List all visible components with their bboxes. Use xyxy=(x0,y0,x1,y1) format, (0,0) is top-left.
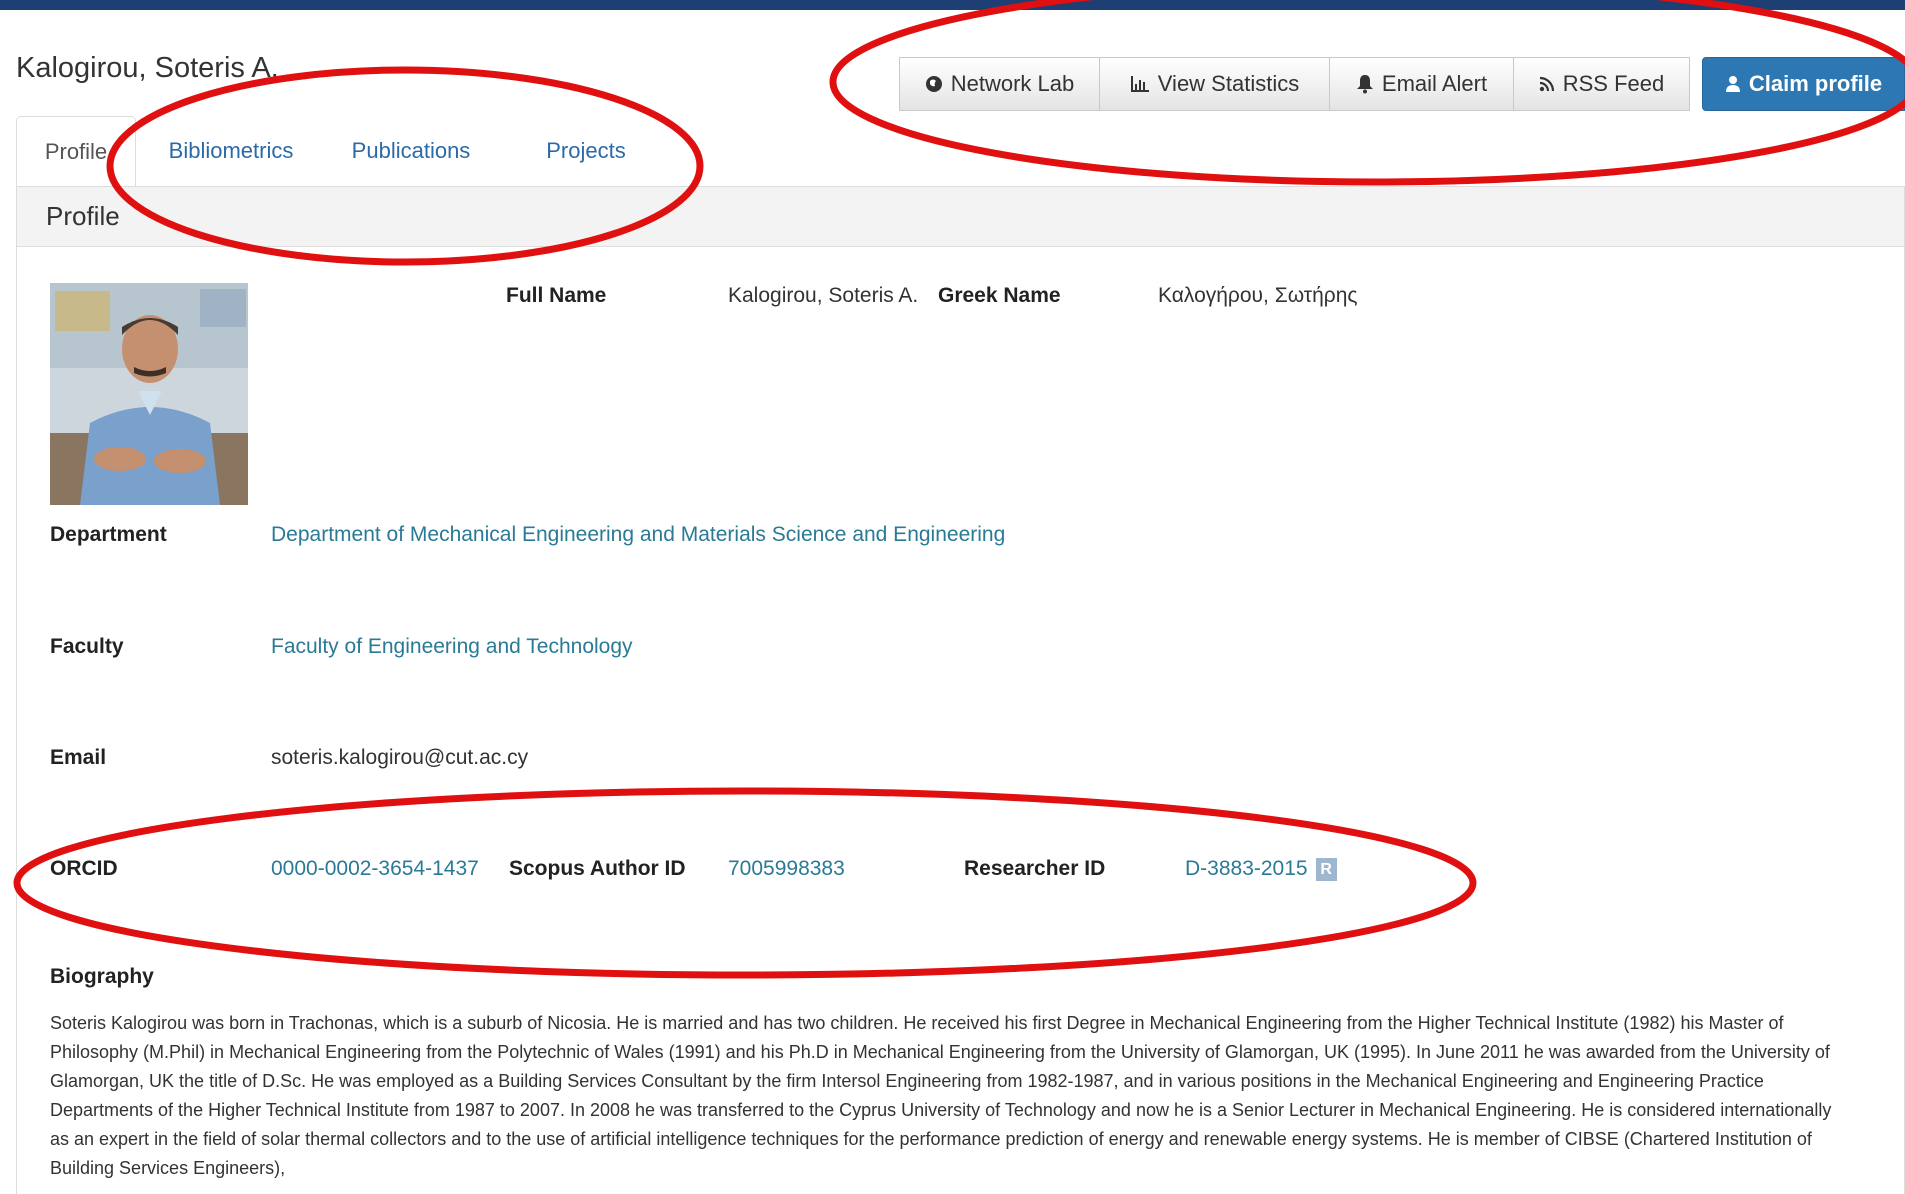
claim-profile-label: Claim profile xyxy=(1748,71,1883,96)
department-link[interactable]: Department of Mechanical Engineering and… xyxy=(271,523,1005,547)
bar-chart-icon xyxy=(1130,75,1150,93)
scopus-author-id-link[interactable]: 7005998383 xyxy=(728,857,845,881)
rss-feed-button[interactable]: RSS Feed xyxy=(1513,57,1690,111)
researcher-id-link[interactable]: D-3883-2015 R xyxy=(1185,857,1337,881)
email-label: Email xyxy=(50,746,107,769)
full-name-label: Full Name xyxy=(506,284,607,307)
faculty-label: Faculty xyxy=(50,635,124,658)
panel-heading: Profile xyxy=(17,187,1904,247)
profile-actions-toolbar: Network Lab View Statistics Email Alert … xyxy=(899,57,1690,111)
researcher-id-value: D-3883-2015 xyxy=(1185,857,1308,880)
tab-publications-label: Publications xyxy=(351,138,471,163)
tab-projects-label: Projects xyxy=(546,138,626,163)
email-value: soteris.kalogirou@cut.ac.cy xyxy=(271,746,529,769)
scopus-author-id-label: Scopus Author ID xyxy=(509,857,686,880)
department-label: Department xyxy=(50,523,167,546)
full-name-value: Kalogirou, Soteris A. xyxy=(728,284,919,307)
faculty-link[interactable]: Faculty of Engineering and Technology xyxy=(271,635,633,659)
biography-heading: Biography xyxy=(50,965,154,988)
email-alert-label: Email Alert xyxy=(1381,71,1488,96)
rss-icon xyxy=(1539,76,1555,92)
orcid-label: ORCID xyxy=(50,857,118,880)
network-lab-label: Network Lab xyxy=(950,71,1075,96)
orcid-link[interactable]: 0000-0002-3654-1437 xyxy=(271,857,479,881)
tab-publications[interactable]: Publications xyxy=(326,116,496,186)
biography-text: Soteris Kalogirou was born in Trachonas,… xyxy=(50,1013,1832,1178)
user-icon xyxy=(1725,75,1741,93)
panel-title: Profile xyxy=(46,201,120,231)
profile-tabs: Profile Bibliometrics Publications Proje… xyxy=(16,116,1905,187)
email-alert-button[interactable]: Email Alert xyxy=(1329,57,1513,111)
page-title: Kalogirou, Soteris A. xyxy=(16,52,279,84)
top-banner xyxy=(0,0,1905,10)
profile-photo xyxy=(50,283,248,505)
claim-profile-button[interactable]: Claim profile xyxy=(1702,57,1905,111)
view-statistics-button[interactable]: View Statistics xyxy=(1099,57,1329,111)
greek-name-value: Καλογήρου, Σωτήρης xyxy=(1158,284,1358,307)
greek-name-label: Greek Name xyxy=(938,284,1061,307)
network-lab-button[interactable]: Network Lab xyxy=(899,57,1099,111)
tab-bibliometrics[interactable]: Bibliometrics xyxy=(146,116,316,186)
tab-projects[interactable]: Projects xyxy=(516,116,656,186)
rss-feed-label: RSS Feed xyxy=(1562,71,1665,96)
tab-bibliometrics-label: Bibliometrics xyxy=(168,138,294,163)
tab-profile[interactable]: Profile xyxy=(16,116,136,187)
globe-icon xyxy=(925,75,943,93)
researcherid-icon[interactable]: R xyxy=(1315,857,1337,881)
tab-profile-label: Profile xyxy=(44,138,108,164)
researcher-id-label: Researcher ID xyxy=(964,857,1106,880)
view-statistics-label: View Statistics xyxy=(1157,71,1300,96)
bell-icon xyxy=(1356,74,1374,94)
